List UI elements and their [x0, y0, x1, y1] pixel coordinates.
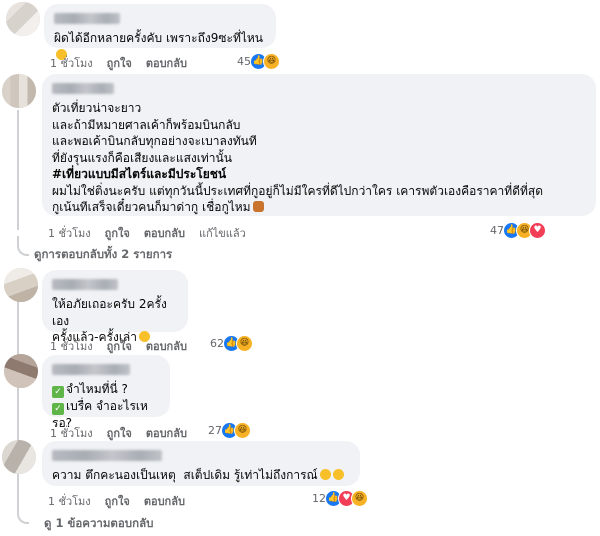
- reaction-summary[interactable]: 45 👍 😆: [237, 52, 280, 70]
- comment-actions: 1 ชั่วโมง ถูกใจ ตอบกลับ: [50, 424, 187, 442]
- thread-curve: [17, 486, 29, 524]
- reaction-summary[interactable]: 62 👍 😆: [210, 334, 253, 352]
- like-button[interactable]: ถูกใจ: [107, 337, 132, 355]
- reply-button[interactable]: ตอบกลับ: [144, 492, 185, 510]
- like-button[interactable]: ถูกใจ: [105, 492, 130, 510]
- reaction-count: 12: [312, 491, 326, 505]
- check-mark-icon: ✓: [52, 386, 64, 398]
- reply-button[interactable]: ตอบกลับ: [146, 337, 187, 355]
- reply-button[interactable]: ตอบกลับ: [146, 424, 187, 442]
- comment-bubble: ให้อภัยเถอะครับ 2ครั้งเอง ครั้งแล้ว-ครั้ง…: [42, 270, 188, 344]
- reaction-summary[interactable]: 27 👍 😆: [208, 421, 251, 439]
- reaction-count: 45: [237, 54, 251, 68]
- comment-bubble: ผิดได้อีกหลายครั้งคับ เพราะถึง9ซะที่ไหน: [44, 4, 276, 60]
- commenter-name[interactable]: [52, 279, 118, 290]
- reply-button[interactable]: ตอบกลับ: [146, 54, 187, 72]
- check-mark-icon: ✓: [52, 403, 64, 415]
- commenter-name[interactable]: [52, 364, 130, 375]
- edited-label: แก้ไขแล้ว: [198, 227, 246, 240]
- thread-curve: [17, 236, 29, 256]
- comment-actions: 1 ชั่วโมง ถูกใจ ตอบกลับ แก้ไขแล้ว: [48, 224, 246, 242]
- laughing-emoji: [319, 469, 331, 480]
- like-button[interactable]: ถูกใจ: [107, 54, 132, 72]
- reaction-count: 62: [210, 336, 224, 350]
- tea-emoji: [252, 201, 264, 212]
- comment-bubble: ความ ตึกคะนองเป็นเหตุ สเต็ปเดิม รู้เท่าไ…: [42, 441, 360, 486]
- comment-time[interactable]: 1 ชั่วโมง: [48, 224, 91, 242]
- reaction-summary[interactable]: 47 👍 😆 ♥: [490, 221, 546, 239]
- avatar[interactable]: [6, 2, 40, 36]
- comment-time[interactable]: 1 ชั่วโมง: [50, 424, 93, 442]
- view-replies-link[interactable]: ดู 1 ข้อความตอบกลับ: [44, 515, 153, 533]
- comment-actions: 1 ชั่วโมง ถูกใจ ตอบกลับ: [50, 54, 187, 72]
- haha-reaction-icon: 😆: [234, 421, 251, 439]
- commenter-name[interactable]: [54, 13, 120, 24]
- like-button[interactable]: ถูกใจ: [107, 424, 132, 442]
- avatar[interactable]: [4, 354, 38, 388]
- haha-reaction-icon: 😆: [236, 334, 253, 352]
- haha-reaction-icon: 😆: [351, 489, 368, 507]
- haha-reaction-icon: 😆: [263, 52, 280, 70]
- comment-time[interactable]: 1 ชั่วโมง: [48, 492, 91, 510]
- avatar[interactable]: [4, 268, 38, 302]
- comment-actions: 1 ชั่วโมง ถูกใจ ตอบกลับ: [50, 337, 187, 355]
- avatar[interactable]: [2, 74, 36, 108]
- commenter-name[interactable]: [52, 450, 162, 461]
- dizzy-emoji: [332, 469, 344, 480]
- comment-time[interactable]: 1 ชั่วโมง: [50, 54, 93, 72]
- reaction-count: 27: [208, 423, 222, 437]
- like-button[interactable]: ถูกใจ: [105, 224, 130, 242]
- comment-bubble: ตัวเที่ยวน่าจะยาว และถ้ามีหมายศาลเค้าก็พร…: [42, 74, 596, 216]
- comment-bubble: ✓ จำไหมที่นี่ ? ✓ เบรื่ค จำอะไรเหรอ?: [42, 355, 170, 430]
- love-reaction-icon: ♥: [529, 221, 546, 239]
- reply-button[interactable]: ตอบกลับ: [144, 224, 185, 242]
- comment-time[interactable]: 1 ชั่วโมง: [50, 337, 93, 355]
- avatar[interactable]: [2, 440, 36, 474]
- reaction-summary[interactable]: 12 👍 ♥ 😆: [312, 489, 368, 507]
- thread-line: [17, 110, 19, 230]
- comment-text: ตัวเที่ยวน่าจะยาว และถ้ามีหมายศาลเค้าก็พร…: [52, 101, 544, 214]
- comment-actions: 1 ชั่วโมง ถูกใจ ตอบกลับ: [48, 492, 185, 510]
- comment-text: ความ ตึกคะนองเป็นเหตุ สเต็ปเดิม รู้เท่าไ…: [52, 467, 350, 484]
- reaction-count: 47: [490, 223, 504, 237]
- view-replies-link[interactable]: ดูการตอบกลับทั้ง 2 รายการ: [34, 246, 172, 264]
- commenter-name[interactable]: [52, 83, 114, 94]
